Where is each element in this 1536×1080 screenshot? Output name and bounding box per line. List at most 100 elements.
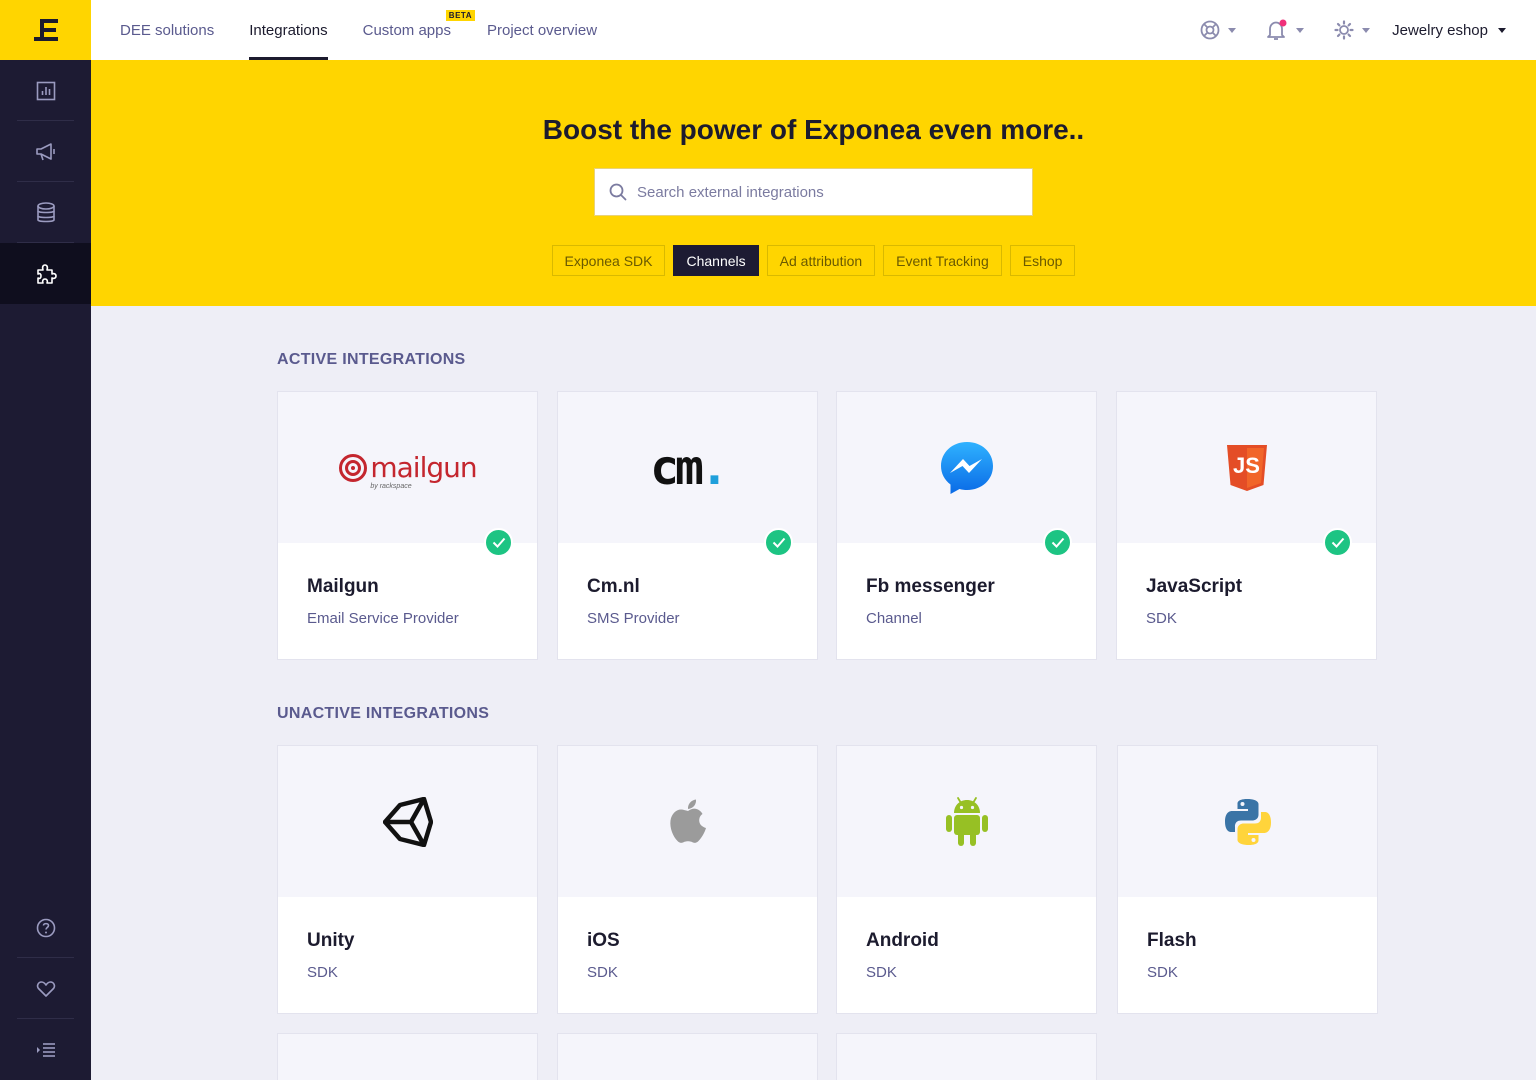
integration-type: SDK <box>307 964 338 981</box>
top-navigation: DEE solutions Integrations Custom apps B… <box>91 0 1536 60</box>
js-logo: JS <box>1226 444 1268 492</box>
exponea-logo[interactable] <box>0 0 91 60</box>
cm-logo: cm. <box>650 444 729 492</box>
integration-card[interactable] <box>277 1033 538 1080</box>
active-check-icon <box>764 528 793 557</box>
section-title-active: ACTIVE INTEGRATIONS <box>277 351 466 368</box>
integration-type: SMS Provider <box>587 610 680 627</box>
sidebar-item-campaigns[interactable] <box>0 121 91 182</box>
card-logo-area: JS <box>1117 392 1376 557</box>
exponea-logo-icon <box>33 19 58 41</box>
active-check-icon <box>484 528 513 557</box>
tab-label: Custom apps <box>362 21 451 39</box>
expand-menu-icon <box>36 1042 55 1057</box>
search-box <box>594 168 1033 216</box>
integration-type: SDK <box>1146 610 1177 627</box>
filter-chip-event-tracking[interactable]: Event Tracking <box>883 245 1002 276</box>
megaphone-icon <box>35 142 55 160</box>
search-icon <box>609 183 627 201</box>
integration-type: SDK <box>587 964 618 981</box>
integration-card[interactable] <box>836 1033 1097 1080</box>
card-logo-area: mailgun by rackspace <box>278 392 537 557</box>
sidebar-item-favorites[interactable] <box>0 958 91 1019</box>
sidebar <box>0 0 91 1080</box>
tab-integrations[interactable]: Integrations <box>249 0 329 60</box>
sidebar-item-integrations[interactable] <box>0 243 91 304</box>
integration-card-flash[interactable]: Flash SDK <box>1117 745 1378 1014</box>
sidebar-item-help[interactable] <box>0 897 91 958</box>
section-title-inactive: UNACTIVE INTEGRATIONS <box>277 705 490 722</box>
integration-card-cm[interactable]: cm. Cm.nl SMS Provider <box>557 391 818 660</box>
tab-label: DEE solutions <box>120 21 215 39</box>
active-check-icon <box>1323 528 1352 557</box>
database-icon <box>36 201 55 222</box>
integration-card-javascript[interactable]: JS JavaScript SDK <box>1116 391 1377 660</box>
sidebar-item-expand[interactable] <box>0 1019 91 1080</box>
beta-badge: BETA <box>445 10 475 21</box>
hero-banner: Boost the power of Exponea even more.. E… <box>91 60 1536 306</box>
filter-chip-eshop[interactable]: Eshop <box>1009 245 1076 276</box>
filter-chip-channels[interactable]: Channels <box>673 245 759 276</box>
integration-name: Cm.nl <box>587 576 640 597</box>
filter-chip-ad-attribution[interactable]: Ad attribution <box>766 245 876 276</box>
integration-card[interactable] <box>557 1033 818 1080</box>
chart-icon <box>36 81 55 100</box>
android-logo <box>945 796 988 846</box>
integration-type: SDK <box>1147 964 1178 981</box>
mailgun-byline: by rackspace <box>370 483 412 490</box>
tab-dee-solutions[interactable]: DEE solutions <box>120 0 214 60</box>
integration-name: Android <box>866 930 939 951</box>
chevron-down-icon <box>1228 27 1237 33</box>
bell-icon <box>1267 19 1287 40</box>
notifications-menu[interactable] <box>1266 19 1305 41</box>
card-logo-area <box>837 392 1096 557</box>
settings-menu[interactable] <box>1334 20 1371 40</box>
tab-label: Project overview <box>486 21 598 39</box>
category-filters: Exponea SDK Channels Ad attribution Even… <box>91 245 1536 276</box>
integration-card-unity[interactable]: Unity SDK <box>277 745 538 1014</box>
heart-icon <box>36 980 55 997</box>
mailgun-logo: mailgun by rackspace <box>338 451 478 490</box>
sidebar-item-analytics[interactable] <box>0 60 91 121</box>
card-logo-area: cm. <box>558 392 817 557</box>
mailgun-wordmark: mailgun <box>370 451 477 484</box>
filter-chip-exponea-sdk[interactable]: Exponea SDK <box>551 245 666 276</box>
card-logo-area <box>837 746 1096 897</box>
tab-custom-apps[interactable]: Custom apps BETA <box>362 0 475 60</box>
cm-wordmark: cm <box>650 439 704 496</box>
integration-type: SDK <box>866 964 897 981</box>
integration-card-android[interactable]: Android SDK <box>836 745 1097 1014</box>
card-logo-area <box>278 746 537 897</box>
integration-name: Fb messenger <box>866 576 995 597</box>
help-icon <box>36 918 55 937</box>
integration-name: Mailgun <box>307 576 379 597</box>
integration-type: Email Service Provider <box>307 610 459 627</box>
integration-name: Flash <box>1147 930 1197 951</box>
support-menu[interactable] <box>1200 20 1237 40</box>
integration-card-ios[interactable]: iOS SDK <box>557 745 818 1014</box>
integration-card-fb-messenger[interactable]: Fb messenger Channel <box>836 391 1097 660</box>
card-logo-area <box>558 746 817 897</box>
sidebar-item-data[interactable] <box>0 182 91 243</box>
card-logo-area <box>1118 746 1377 897</box>
messenger-logo <box>940 441 993 494</box>
chevron-down-icon <box>1362 27 1371 33</box>
puzzle-icon <box>36 263 57 284</box>
project-selector[interactable]: Jewelry eshop <box>1392 22 1506 39</box>
integration-card-mailgun[interactable]: mailgun by rackspace Mailgun Email Servi… <box>277 391 538 660</box>
tab-label: Integrations <box>249 21 328 39</box>
python-logo <box>1224 798 1271 845</box>
gear-icon <box>1334 20 1354 40</box>
mailgun-at-icon <box>339 453 368 482</box>
lifebuoy-icon <box>1200 20 1220 40</box>
integration-type: Channel <box>866 610 922 627</box>
chevron-down-icon <box>1498 27 1506 33</box>
search-input[interactable] <box>637 183 1017 201</box>
integration-name: Unity <box>307 930 355 951</box>
chevron-down-icon <box>1296 27 1305 33</box>
page-title: Boost the power of Exponea even more.. <box>542 114 1085 145</box>
tab-project-overview[interactable]: Project overview <box>487 0 597 60</box>
active-check-icon <box>1043 528 1072 557</box>
apple-logo <box>669 799 706 843</box>
js-wordmark: JS <box>1233 452 1260 478</box>
